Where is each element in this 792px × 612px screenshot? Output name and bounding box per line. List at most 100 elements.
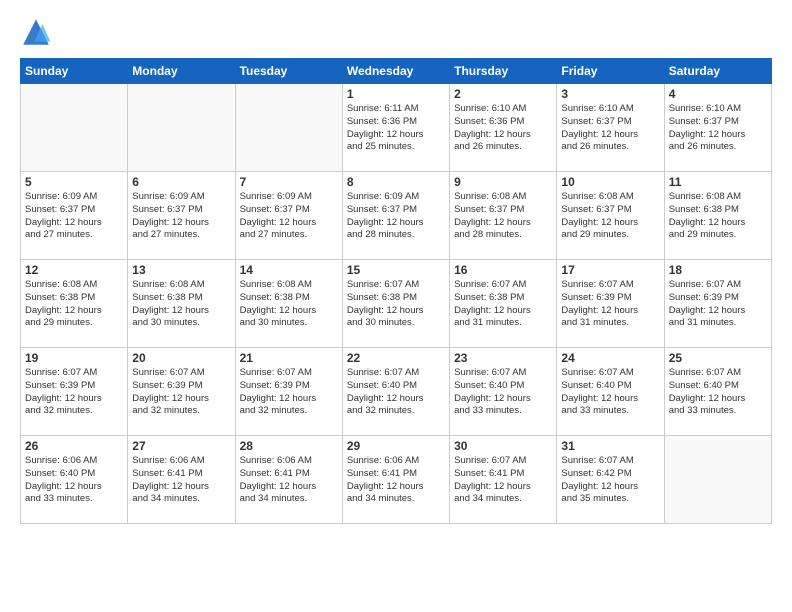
week-row-2: 5 Sunrise: 6:09 AM Sunset: 6:37 PM Daylig… [21,172,772,260]
day-number: 13 [132,263,230,277]
day-number: 24 [561,351,659,365]
day-number: 22 [347,351,445,365]
calendar-cell [128,84,235,172]
day-info: Sunrise: 6:09 AM Sunset: 6:37 PM Dayligh… [132,191,230,242]
day-number: 27 [132,439,230,453]
calendar-cell: 26Sunrise: 6:06 AM Sunset: 6:40 PM Dayli… [21,436,128,524]
calendar-cell: 1Sunrise: 6:11 AM Sunset: 6:36 PM Daylig… [342,84,449,172]
day-number: 19 [25,351,123,365]
day-info: Sunrise: 6:07 AM Sunset: 6:39 PM Dayligh… [669,279,767,330]
calendar-cell: 10 Sunrise: 6:08 AM Sunset: 6:37 PM Dayli… [557,172,664,260]
day-info: Sunrise: 6:07 AM Sunset: 6:40 PM Dayligh… [454,367,552,418]
day-info: Sunrise: 6:07 AM Sunset: 6:38 PM Dayligh… [347,279,445,330]
calendar-cell: 4 Sunrise: 6:10 AM Sunset: 6:37 PM Daylig… [664,84,771,172]
calendar-cell: 20Sunrise: 6:07 AM Sunset: 6:39 PM Dayli… [128,348,235,436]
week-row-4: 19 Sunrise: 6:07 AM Sunset: 6:39 PM Dayli… [21,348,772,436]
day-info: Sunrise: 6:08 AM Sunset: 6:37 PM Dayligh… [561,191,659,242]
calendar-cell: 28 Sunrise: 6:06 AM Sunset: 6:41 PM Dayli… [235,436,342,524]
day-info: Sunrise: 6:07 AM Sunset: 6:39 PM Dayligh… [561,279,659,330]
calendar-cell: 9 Sunrise: 6:08 AM Sunset: 6:37 PM Daylig… [450,172,557,260]
weekday-saturday: Saturday [664,59,771,84]
weekday-tuesday: Tuesday [235,59,342,84]
calendar-cell: 5 Sunrise: 6:09 AM Sunset: 6:37 PM Daylig… [21,172,128,260]
week-row-3: 12Sunrise: 6:08 AM Sunset: 6:38 PM Dayli… [21,260,772,348]
day-number: 28 [240,439,338,453]
day-info: Sunrise: 6:08 AM Sunset: 6:38 PM Dayligh… [132,279,230,330]
day-number: 6 [132,175,230,189]
day-info: Sunrise: 6:08 AM Sunset: 6:37 PM Dayligh… [454,191,552,242]
calendar-cell: 11 Sunrise: 6:08 AM Sunset: 6:38 PM Dayli… [664,172,771,260]
day-info: Sunrise: 6:10 AM Sunset: 6:36 PM Dayligh… [454,103,552,154]
calendar-cell: 6 Sunrise: 6:09 AM Sunset: 6:37 PM Daylig… [128,172,235,260]
calendar-cell: 24 Sunrise: 6:07 AM Sunset: 6:40 PM Dayli… [557,348,664,436]
day-number: 10 [561,175,659,189]
day-info: Sunrise: 6:07 AM Sunset: 6:41 PM Dayligh… [454,455,552,506]
day-info: Sunrise: 6:06 AM Sunset: 6:41 PM Dayligh… [347,455,445,506]
day-info: Sunrise: 6:10 AM Sunset: 6:37 PM Dayligh… [561,103,659,154]
calendar-cell: 16 Sunrise: 6:07 AM Sunset: 6:38 PM Dayli… [450,260,557,348]
day-number: 9 [454,175,552,189]
day-number: 16 [454,263,552,277]
calendar-cell: 22 Sunrise: 6:07 AM Sunset: 6:40 PM Dayli… [342,348,449,436]
calendar-cell: 17 Sunrise: 6:07 AM Sunset: 6:39 PM Dayli… [557,260,664,348]
day-number: 23 [454,351,552,365]
calendar-cell: 15 Sunrise: 6:07 AM Sunset: 6:38 PM Dayli… [342,260,449,348]
weekday-monday: Monday [128,59,235,84]
calendar-cell: 2 Sunrise: 6:10 AM Sunset: 6:36 PM Daylig… [450,84,557,172]
calendar-cell: 27 Sunrise: 6:06 AM Sunset: 6:41 PM Dayli… [128,436,235,524]
logo-icon [20,16,52,48]
weekday-header-row: SundayMondayTuesdayWednesdayThursdayFrid… [21,59,772,84]
week-row-5: 26Sunrise: 6:06 AM Sunset: 6:40 PM Dayli… [21,436,772,524]
day-number: 7 [240,175,338,189]
day-info: Sunrise: 6:11 AM Sunset: 6:36 PM Dayligh… [347,103,445,154]
day-number: 29 [347,439,445,453]
day-info: Sunrise: 6:08 AM Sunset: 6:38 PM Dayligh… [240,279,338,330]
day-number: 4 [669,87,767,101]
day-info: Sunrise: 6:07 AM Sunset: 6:40 PM Dayligh… [347,367,445,418]
day-info: Sunrise: 6:06 AM Sunset: 6:41 PM Dayligh… [240,455,338,506]
calendar-cell: 19 Sunrise: 6:07 AM Sunset: 6:39 PM Dayli… [21,348,128,436]
day-info: Sunrise: 6:06 AM Sunset: 6:41 PM Dayligh… [132,455,230,506]
day-info: Sunrise: 6:07 AM Sunset: 6:40 PM Dayligh… [669,367,767,418]
header [20,16,772,48]
day-info: Sunrise: 6:07 AM Sunset: 6:39 PM Dayligh… [25,367,123,418]
calendar-cell: 18 Sunrise: 6:07 AM Sunset: 6:39 PM Dayli… [664,260,771,348]
calendar-cell: 3Sunrise: 6:10 AM Sunset: 6:37 PM Daylig… [557,84,664,172]
calendar-cell: 8 Sunrise: 6:09 AM Sunset: 6:37 PM Daylig… [342,172,449,260]
weekday-sunday: Sunday [21,59,128,84]
calendar-cell: 25 Sunrise: 6:07 AM Sunset: 6:40 PM Dayli… [664,348,771,436]
calendar-cell: 29 Sunrise: 6:06 AM Sunset: 6:41 PM Dayli… [342,436,449,524]
day-number: 26 [25,439,123,453]
page: SundayMondayTuesdayWednesdayThursdayFrid… [0,0,792,612]
calendar-cell [21,84,128,172]
day-number: 5 [25,175,123,189]
day-info: Sunrise: 6:07 AM Sunset: 6:42 PM Dayligh… [561,455,659,506]
day-info: Sunrise: 6:07 AM Sunset: 6:39 PM Dayligh… [132,367,230,418]
day-info: Sunrise: 6:09 AM Sunset: 6:37 PM Dayligh… [25,191,123,242]
calendar-cell: 23 Sunrise: 6:07 AM Sunset: 6:40 PM Dayli… [450,348,557,436]
day-number: 25 [669,351,767,365]
day-number: 8 [347,175,445,189]
calendar-cell: 31 Sunrise: 6:07 AM Sunset: 6:42 PM Dayli… [557,436,664,524]
day-info: Sunrise: 6:08 AM Sunset: 6:38 PM Dayligh… [25,279,123,330]
calendar-cell: 13 Sunrise: 6:08 AM Sunset: 6:38 PM Dayli… [128,260,235,348]
day-number: 11 [669,175,767,189]
day-info: Sunrise: 6:07 AM Sunset: 6:38 PM Dayligh… [454,279,552,330]
calendar-cell: 12Sunrise: 6:08 AM Sunset: 6:38 PM Dayli… [21,260,128,348]
calendar-cell: 30Sunrise: 6:07 AM Sunset: 6:41 PM Dayli… [450,436,557,524]
calendar-cell: 7Sunrise: 6:09 AM Sunset: 6:37 PM Daylig… [235,172,342,260]
day-info: Sunrise: 6:10 AM Sunset: 6:37 PM Dayligh… [669,103,767,154]
day-number: 2 [454,87,552,101]
day-number: 15 [347,263,445,277]
day-number: 18 [669,263,767,277]
day-info: Sunrise: 6:09 AM Sunset: 6:37 PM Dayligh… [347,191,445,242]
weekday-thursday: Thursday [450,59,557,84]
calendar-cell [664,436,771,524]
calendar-cell: 21Sunrise: 6:07 AM Sunset: 6:39 PM Dayli… [235,348,342,436]
day-info: Sunrise: 6:08 AM Sunset: 6:38 PM Dayligh… [669,191,767,242]
day-info: Sunrise: 6:07 AM Sunset: 6:39 PM Dayligh… [240,367,338,418]
day-info: Sunrise: 6:07 AM Sunset: 6:40 PM Dayligh… [561,367,659,418]
day-number: 17 [561,263,659,277]
weekday-friday: Friday [557,59,664,84]
day-number: 31 [561,439,659,453]
